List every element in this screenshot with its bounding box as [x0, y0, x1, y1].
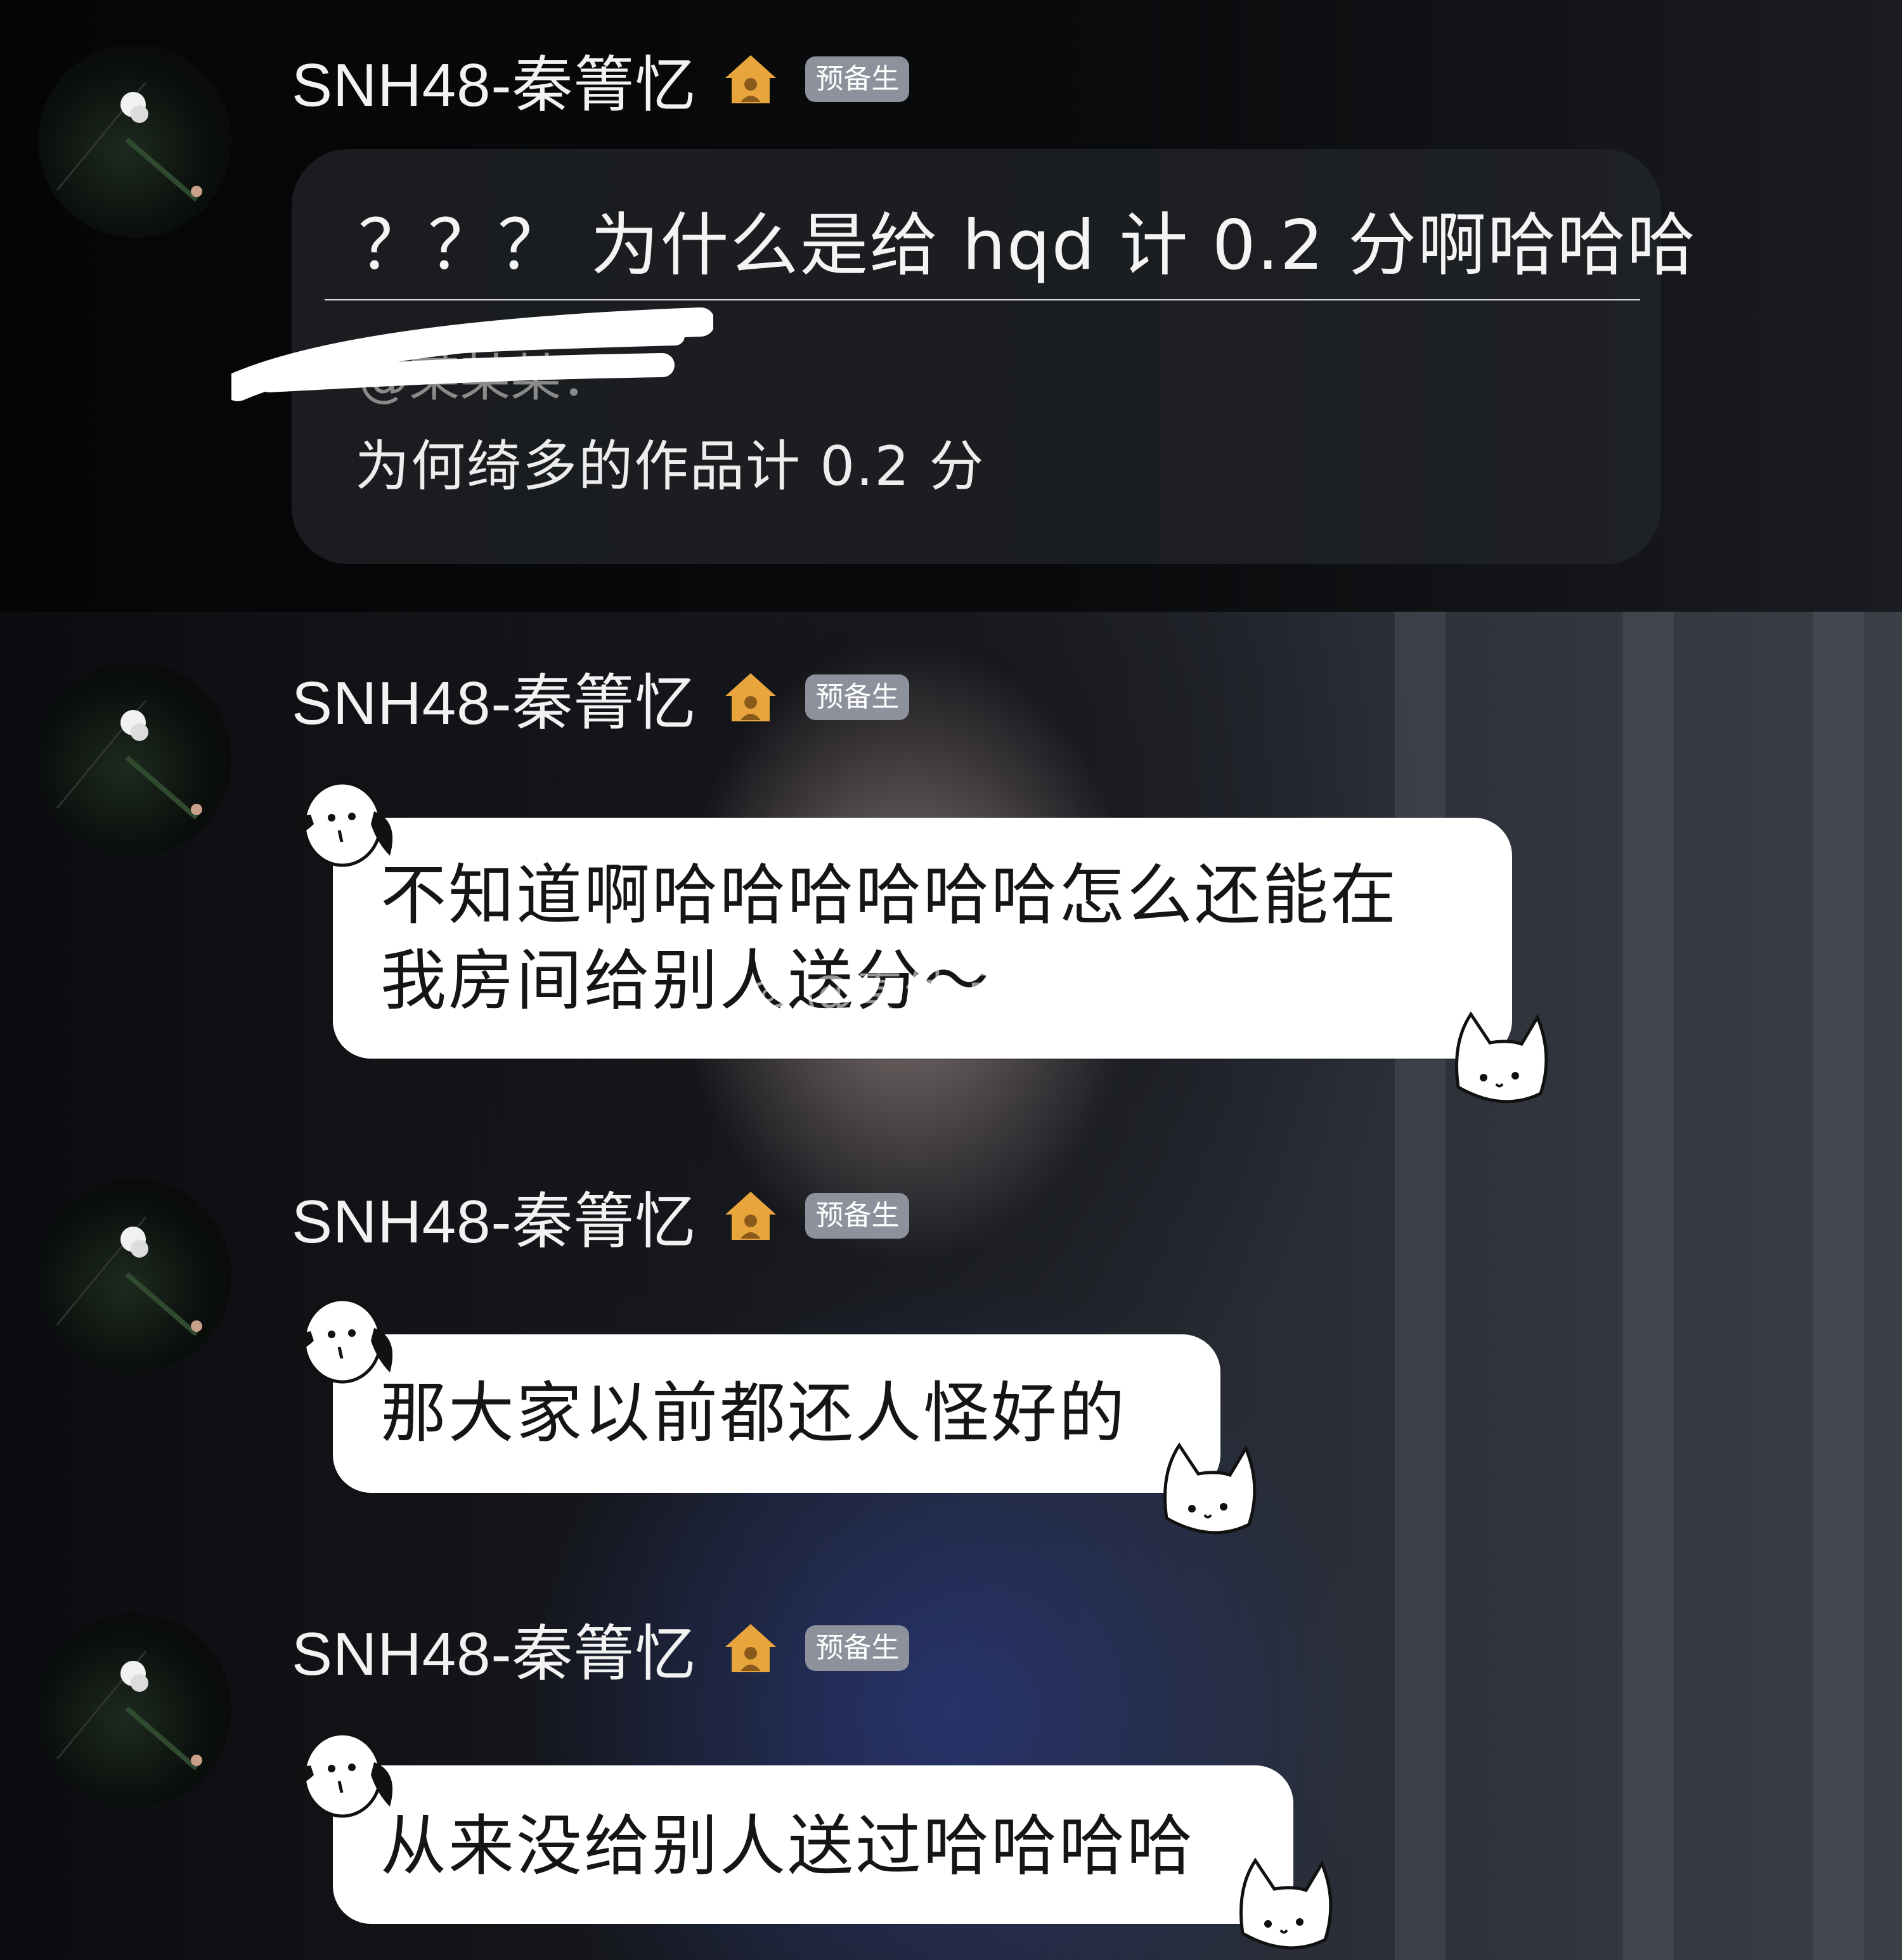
house-icon	[725, 1192, 777, 1240]
weibo-icon	[750, 973, 794, 1009]
cat-sticker-icon	[1239, 1857, 1333, 1950]
avatar[interactable]	[38, 1179, 231, 1372]
cat-sticker-icon	[1163, 1442, 1257, 1535]
trainee-badge: 预备生	[805, 1193, 910, 1239]
quoted-text: 为何绮多的作品计 0.2 分	[355, 435, 985, 498]
avatar[interactable]	[38, 44, 231, 238]
watermark: @秦纳河大腿子	[748, 954, 1151, 1025]
watermark-text: @秦纳河大腿子	[805, 965, 1152, 1022]
dog-sticker-icon	[295, 1732, 393, 1818]
sender-header: SNH48-秦箐忆 预备生	[292, 41, 910, 119]
trainee-badge: 预备生	[805, 1625, 910, 1671]
reply-divider	[325, 299, 1640, 300]
message-text: 不知道啊哈哈哈哈哈哈怎么还能在	[380, 856, 1399, 934]
message-text: 那大家以前都还人怪好的	[380, 1374, 1127, 1452]
sender-name[interactable]: SNH48-秦箐忆	[292, 1172, 696, 1260]
sender-name[interactable]: SNH48-秦箐忆	[292, 35, 696, 124]
sender-name[interactable]: SNH48-秦箐忆	[292, 654, 696, 742]
avatar[interactable]	[38, 1613, 231, 1807]
house-icon	[725, 55, 777, 103]
sender-name[interactable]: SNH48-秦箐忆	[292, 1604, 696, 1692]
message-text: 从来没给别人送过哈哈哈哈	[380, 1807, 1195, 1885]
sender-header: SNH48-秦箐忆 预备生	[292, 659, 910, 737]
avatar[interactable]	[38, 662, 231, 856]
dog-sticker-icon	[295, 1298, 393, 1384]
house-icon	[725, 673, 777, 721]
cat-sticker-icon	[1455, 1011, 1548, 1104]
reply-text: ？？？ 为什么是给 hqd 计 0.2 分啊哈哈哈	[358, 206, 1697, 285]
house-icon	[725, 1624, 777, 1672]
dog-sticker-icon	[295, 781, 393, 867]
trainee-badge: 预备生	[805, 674, 910, 720]
sender-header: SNH48-秦箐忆 预备生	[292, 1610, 910, 1688]
redaction-scribble	[231, 307, 713, 401]
sender-header: SNH48-秦箐忆 预备生	[292, 1178, 910, 1256]
trainee-badge: 预备生	[805, 56, 910, 102]
